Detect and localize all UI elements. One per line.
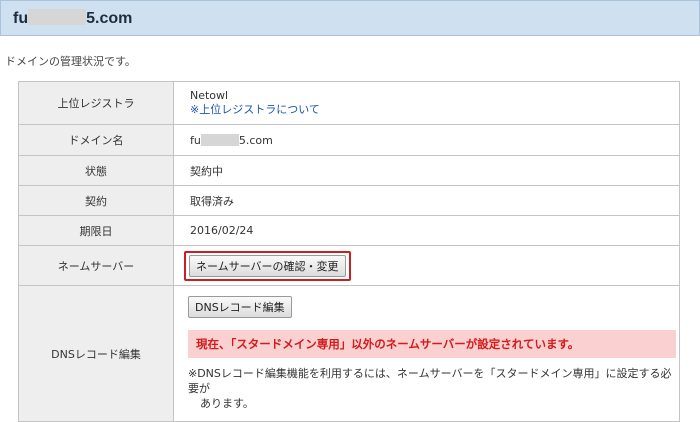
domain-title-suffix: 5.com [86, 10, 133, 27]
contract-value: 取得済み [173, 185, 680, 216]
nameserver-change-button[interactable]: ネームサーバーの確認・変更 [189, 254, 346, 277]
expiry-value: 2016/02/24 [173, 215, 680, 246]
expiry-label: 期限日 [18, 215, 174, 246]
domain-name-suffix: 5.com [238, 133, 273, 147]
registrar-info-link[interactable]: ※上位レジストラについて [190, 102, 678, 117]
domain-info-table: 上位レジストラ Netowl ※上位レジストラについて ドメイン名 fu 5.co… [18, 81, 680, 422]
domain-name-prefix: fu [190, 133, 201, 147]
registrar-name: Netowl [190, 89, 229, 102]
nameserver-label: ネームサーバー [18, 245, 174, 286]
domain-title: fu 5.com [13, 9, 132, 28]
domain-title-prefix: fu [13, 10, 29, 27]
page-header: fu 5.com [0, 0, 700, 36]
table-row: ドメイン名 fu 5.com [18, 124, 680, 156]
nameserver-warning: 現在、「スタードメイン専用」以外のネームサーバーが設定されています。 [188, 330, 676, 358]
table-row: 状態 契約中 [18, 155, 680, 186]
dns-edit-label: DNSレコード編集 [18, 285, 174, 422]
table-row: 期限日 2016/02/24 [18, 215, 680, 246]
table-row: DNSレコード編集 DNSレコード編集 現在、「スタードメイン専用」以外のネーム… [18, 285, 680, 422]
domain-name-value: fu 5.com [173, 124, 680, 156]
intro-text: ドメインの管理状況です。 [5, 55, 136, 68]
domain-name-label: ドメイン名 [18, 124, 174, 156]
redacted-block [200, 133, 239, 146]
status-value: 契約中 [173, 155, 680, 186]
dns-note: ※DNSレコード編集機能を利用するには、ネームサーバーを「スタードメイン専用」に… [188, 366, 678, 411]
dns-note-line1: ※DNSレコード編集機能を利用するには、ネームサーバーを「スタードメイン専用」に… [188, 367, 672, 395]
registrar-value: Netowl ※上位レジストラについて [173, 81, 680, 125]
contract-label: 契約 [18, 185, 174, 216]
table-row: 契約 取得済み [18, 185, 680, 216]
redacted-block [28, 9, 87, 25]
status-label: 状態 [18, 155, 174, 186]
registrar-label: 上位レジストラ [18, 81, 174, 125]
table-row: 上位レジストラ Netowl ※上位レジストラについて [18, 81, 680, 125]
dns-record-edit-button[interactable]: DNSレコード編集 [188, 296, 292, 318]
highlight-box: ネームサーバーの確認・変更 [184, 250, 351, 281]
dns-edit-value: DNSレコード編集 現在、「スタードメイン専用」以外のネームサーバーが設定されて… [173, 285, 680, 422]
nameserver-value: ネームサーバーの確認・変更 [173, 245, 680, 286]
table-row: ネームサーバー ネームサーバーの確認・変更 [18, 245, 680, 286]
